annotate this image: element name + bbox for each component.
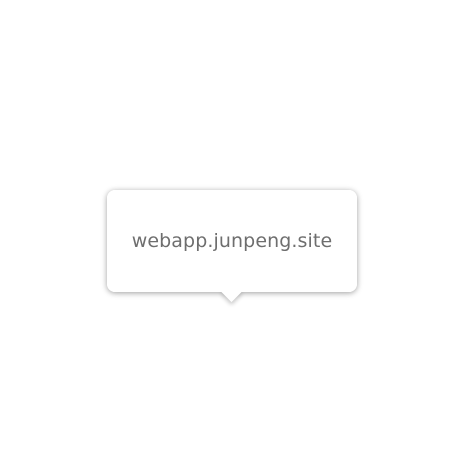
domain-tooltip: webapp.junpeng.site [107, 190, 357, 303]
tooltip-domain-text: webapp.junpeng.site [131, 230, 333, 252]
page-canvas: webapp.junpeng.site [0, 0, 474, 474]
